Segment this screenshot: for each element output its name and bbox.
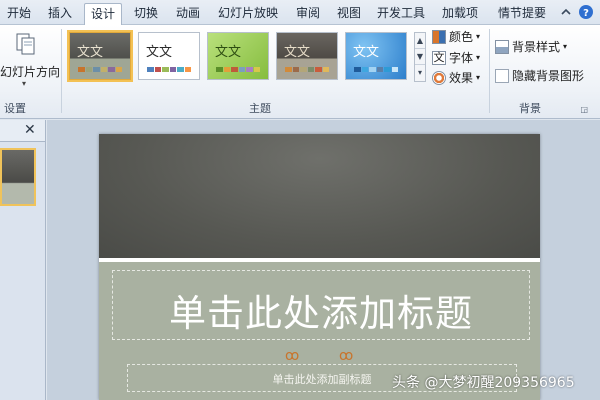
- tab-insert[interactable]: 插入: [42, 3, 78, 25]
- slide-thumbnail[interactable]: [0, 148, 36, 206]
- theme-color-bar: [285, 67, 329, 72]
- slide-canvas: 单击此处添加标题 ꝏ ꝏ 单击此处添加副标题: [99, 134, 540, 400]
- chevron-up-icon[interactable]: [558, 4, 574, 20]
- slide-orientation-button[interactable]: 幻灯片方向: [0, 63, 60, 80]
- tab-slideshow[interactable]: 幻灯片放映: [214, 3, 282, 25]
- dialog-launcher-icon[interactable]: ◲: [580, 105, 588, 114]
- effects-icon: [432, 71, 446, 85]
- theme-colors-label: 颜色: [449, 30, 474, 44]
- chevron-down-icon: ▾: [476, 32, 481, 41]
- tab-addins[interactable]: 加载项: [438, 3, 482, 25]
- chevron-down-icon: ▾: [476, 53, 481, 62]
- theme-title: 文文: [77, 45, 104, 60]
- theme-title: 文文: [215, 45, 242, 60]
- slide-header-band: [99, 134, 540, 258]
- theme-thumbnail-1[interactable]: 文文: [67, 30, 133, 82]
- title-placeholder-text: 单击此处添加标题: [169, 292, 473, 335]
- tab-animations[interactable]: 动画: [170, 3, 206, 25]
- palette-icon: [432, 30, 446, 44]
- theme-thumbnail-5[interactable]: 文文: [345, 32, 407, 80]
- slides-pane: ✕: [0, 120, 46, 400]
- tab-storyboarding[interactable]: 情节提要: [492, 3, 552, 25]
- background-styles-icon: [495, 40, 509, 54]
- theme-fonts-label: 字体: [449, 51, 474, 65]
- theme-thumbnail-3[interactable]: 文文: [207, 32, 269, 80]
- theme-thumbnail-2[interactable]: 文文: [138, 32, 200, 80]
- chevron-down-icon: ▾: [22, 79, 27, 88]
- theme-thumbnail-4[interactable]: 文文: [276, 32, 338, 80]
- background-styles-label: 背景样式: [512, 40, 561, 54]
- group-divider: [61, 29, 62, 113]
- scroll-up-icon[interactable]: ▲: [415, 33, 425, 49]
- slide-workspace: 单击此处添加标题 ꝏ ꝏ 单击此处添加副标题: [47, 120, 600, 400]
- theme-gallery-scroll[interactable]: ▲ ▼ ▾: [414, 32, 426, 82]
- theme-title: 文文: [284, 45, 311, 60]
- help-icon[interactable]: ?: [578, 4, 594, 20]
- theme-title: 文文: [353, 45, 380, 60]
- page-setup-group-label: 设置: [4, 102, 26, 115]
- theme-effects-button[interactable]: 效果 ▾: [432, 69, 480, 87]
- theme-color-bar: [354, 67, 398, 72]
- ornament-left-icon: ꝏ: [285, 348, 300, 364]
- title-placeholder[interactable]: 单击此处添加标题: [112, 270, 530, 340]
- tab-transitions[interactable]: 切换: [128, 3, 164, 25]
- slide-divider-line: [99, 258, 540, 262]
- group-divider: [489, 29, 490, 113]
- theme-title: 文文: [146, 45, 173, 60]
- chevron-down-icon: ▾: [476, 73, 481, 82]
- tab-view[interactable]: 视图: [332, 3, 366, 25]
- watermark: 头条 @大梦初醒209356965: [392, 375, 575, 391]
- theme-color-bar: [147, 67, 191, 72]
- theme-color-bar: [78, 67, 122, 72]
- tab-design[interactable]: 设计: [84, 3, 122, 26]
- scroll-down-icon[interactable]: ▼: [415, 49, 425, 65]
- close-icon[interactable]: ✕: [24, 122, 36, 138]
- ribbon: 幻灯片方向 ▾ 设置 文文 文文 文文 文文 文文 ▲ ▼ ▾ 颜色 ▾ 文 字体…: [0, 25, 600, 119]
- hide-background-graphics-label: 隐藏背景图形: [512, 69, 585, 83]
- ornament-right-icon: ꝏ: [339, 348, 354, 364]
- theme-effects-label: 效果: [449, 71, 474, 85]
- ribbon-tab-bar: 开始 插入 设计 切换 动画 幻灯片放映 审阅 视图 开发工具 加载项 情节提要…: [0, 0, 600, 26]
- slides-pane-header: ✕: [0, 120, 45, 142]
- svg-text:?: ?: [583, 8, 589, 19]
- checkbox-icon[interactable]: [495, 69, 509, 83]
- fonts-icon: 文: [432, 51, 446, 65]
- more-icon[interactable]: ▾: [415, 65, 425, 81]
- tab-developer[interactable]: 开发工具: [372, 3, 430, 25]
- hide-background-graphics-checkbox[interactable]: 隐藏背景图形: [495, 67, 584, 85]
- theme-colors-button[interactable]: 颜色 ▾: [432, 28, 480, 46]
- theme-fonts-button[interactable]: 文 字体 ▾: [432, 49, 480, 67]
- background-group-label: 背景: [519, 102, 541, 115]
- tab-home[interactable]: 开始: [2, 3, 36, 25]
- theme-color-bar: [216, 67, 260, 72]
- slide-orientation-icon: [16, 33, 35, 55]
- chevron-down-icon: ▾: [563, 42, 568, 51]
- background-styles-button[interactable]: 背景样式 ▾: [495, 38, 567, 56]
- tab-review[interactable]: 审阅: [290, 3, 326, 25]
- themes-group-label: 主题: [249, 102, 271, 115]
